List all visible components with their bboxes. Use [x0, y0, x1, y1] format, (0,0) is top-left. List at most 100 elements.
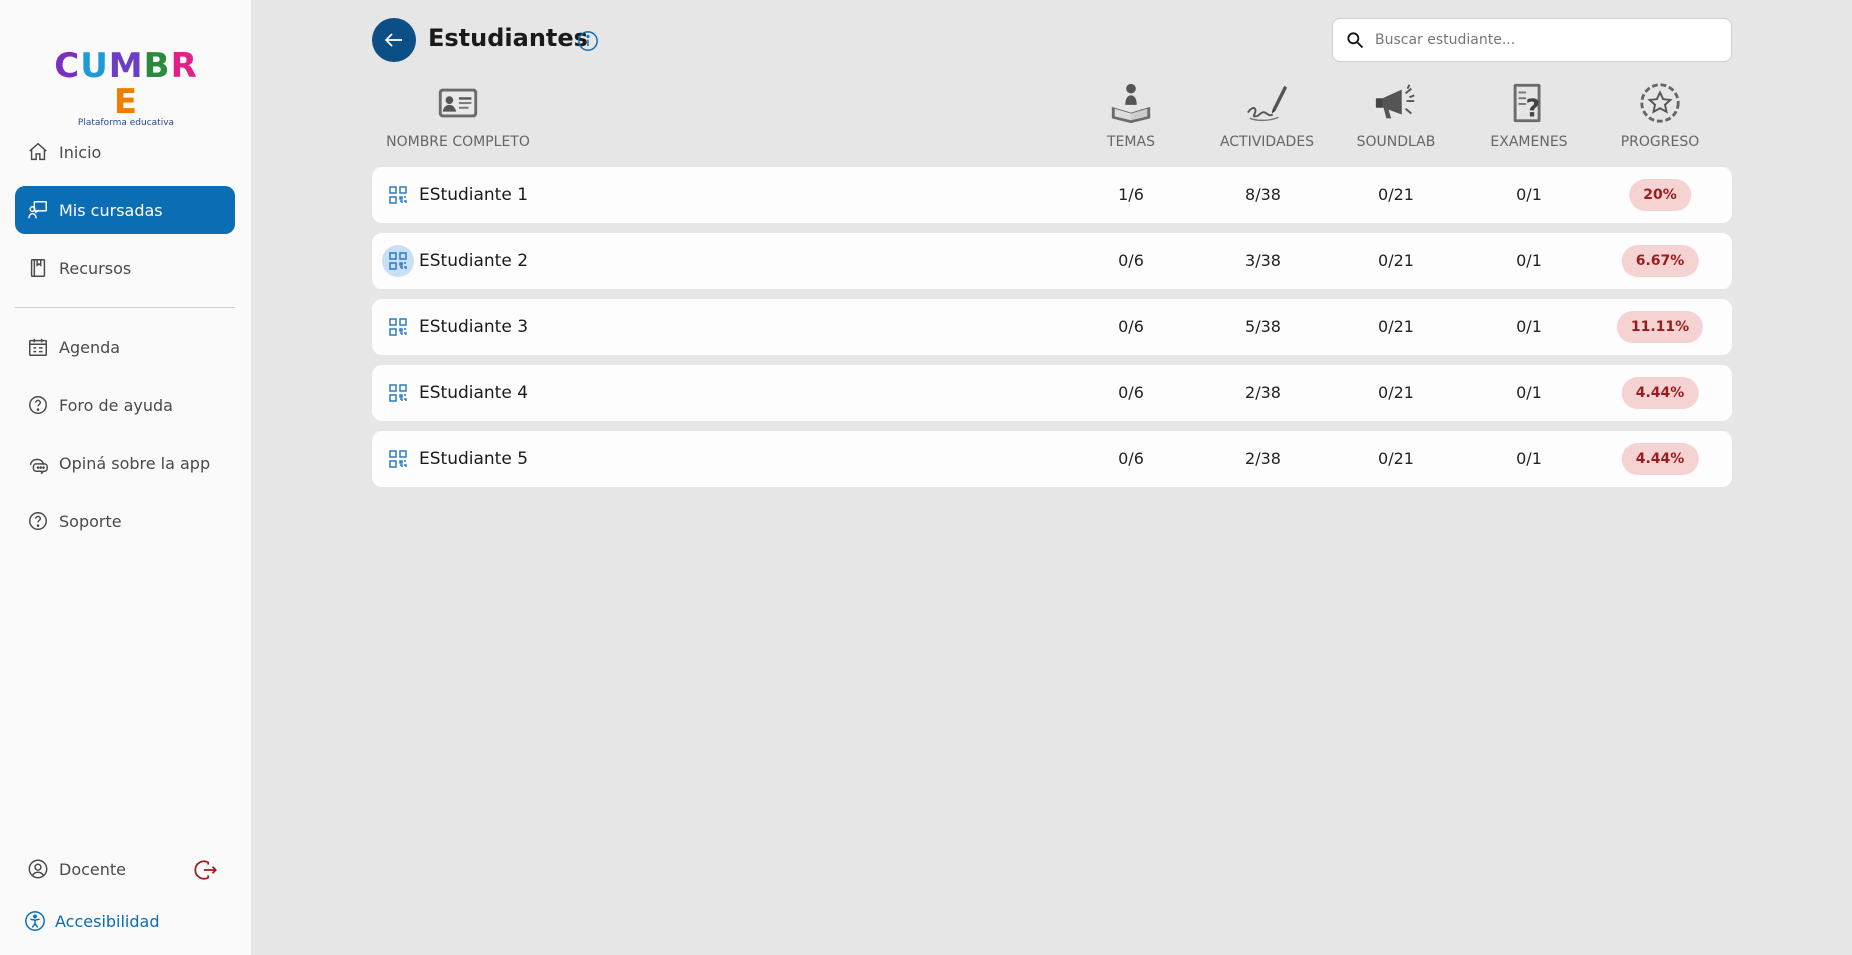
logo[interactable]: CUMBRE Plataforma educativa [48, 48, 204, 128]
calendar-icon [27, 336, 49, 358]
table-row[interactable]: EStudiante 3 0/6 5/38 0/21 0/1 11.11% [372, 299, 1732, 355]
qr-code-icon [389, 384, 407, 402]
qr-code-button[interactable] [382, 245, 414, 277]
qr-code-icon [389, 318, 407, 336]
cell-examenes: 0/1 [1516, 185, 1542, 204]
home-icon [27, 141, 49, 163]
cell-soundlab: 0/21 [1378, 251, 1414, 270]
user-role-label: Docente [59, 859, 127, 879]
sidebar-item-label: Opiná sobre la app [59, 453, 211, 473]
sidebar-divider [15, 307, 235, 308]
cell-actividades: 5/38 [1245, 317, 1281, 336]
accessibility-label: Accesibilidad [55, 911, 160, 931]
cell-examenes: 0/1 [1516, 383, 1542, 402]
sidebar-item-label: Foro de ayuda [59, 395, 173, 415]
page-title: Estudiantes [428, 24, 588, 52]
qr-code-button[interactable] [382, 443, 414, 475]
teacher-board-icon [27, 199, 49, 221]
cell-soundlab: 0/21 [1378, 449, 1414, 468]
column-header-soundlab: SOUNDLAB [1346, 80, 1446, 150]
cell-temas: 0/6 [1118, 317, 1144, 336]
progress-badge: 4.44% [1621, 377, 1699, 409]
sidebar-item-soporte[interactable]: Soporte [15, 497, 235, 545]
sidebar: CUMBRE Plataforma educativa Inicio Mis c… [0, 0, 251, 955]
qr-code-icon [389, 186, 407, 204]
sidebar-item-label: Soporte [59, 511, 122, 531]
column-header-label: ACTIVIDADES [1219, 134, 1315, 150]
qr-code-button[interactable] [382, 311, 414, 343]
cell-actividades: 2/38 [1245, 449, 1281, 468]
sidebar-item-label: Recursos [59, 258, 132, 278]
cell-actividades: 2/38 [1245, 383, 1281, 402]
cell-temas: 0/6 [1118, 449, 1144, 468]
info-icon [578, 31, 598, 51]
search-box [1332, 18, 1732, 62]
pen-writing-icon [1247, 85, 1288, 122]
sidebar-item-mis-cursadas[interactable]: Mis cursadas [15, 186, 235, 234]
student-name: EStudiante 3 [419, 317, 529, 337]
column-header-label: SOUNDLAB [1356, 134, 1436, 150]
sidebar-item-inicio[interactable]: Inicio [15, 128, 235, 176]
cell-examenes: 0/1 [1516, 251, 1542, 270]
search-icon [1345, 30, 1365, 50]
svg-text:?: ? [1526, 93, 1540, 122]
sidebar-item-recursos[interactable]: Recursos [15, 244, 235, 292]
student-name: EStudiante 4 [419, 383, 529, 403]
column-header-nombre: NOMBRE COMPLETO [372, 80, 544, 150]
qr-code-icon [389, 252, 407, 270]
logo-wordmark: CUMBRE [54, 46, 198, 122]
accessibility-icon [24, 910, 46, 932]
qr-code-button[interactable] [382, 377, 414, 409]
sidebar-item-label: Inicio [59, 142, 102, 162]
sidebar-item-label: Agenda [59, 337, 121, 357]
id-card-icon [438, 88, 478, 118]
qr-code-icon [389, 450, 407, 468]
progress-star-icon [1640, 83, 1680, 123]
cell-soundlab: 0/21 [1378, 317, 1414, 336]
search-input[interactable] [1375, 32, 1715, 48]
sidebar-item-agenda[interactable]: Agenda [15, 323, 235, 371]
back-button[interactable] [372, 18, 416, 62]
table-row[interactable]: EStudiante 2 0/6 3/38 0/21 0/1 6.67% [372, 233, 1732, 289]
student-name: EStudiante 1 [419, 185, 529, 205]
column-header-label: EXAMENES [1490, 134, 1568, 150]
column-header-label: NOMBRE COMPLETO [386, 134, 530, 150]
exam-question-icon: ? [1513, 83, 1541, 122]
book-icon [27, 257, 49, 279]
progress-badge: 6.67% [1621, 245, 1699, 277]
help-circle-icon [27, 394, 49, 416]
cell-temas: 0/6 [1118, 251, 1144, 270]
progress-badge: 20% [1629, 179, 1691, 211]
qr-code-button[interactable] [382, 179, 414, 211]
logout-icon [194, 860, 217, 880]
cell-soundlab: 0/21 [1378, 185, 1414, 204]
column-header-label: TEMAS [1107, 134, 1155, 150]
student-name: EStudiante 2 [419, 251, 529, 271]
chat-bubbles-icon [27, 452, 49, 474]
sidebar-item-foro-de-ayuda[interactable]: Foro de ayuda [15, 381, 235, 429]
progress-badge: 11.11% [1616, 311, 1704, 343]
cell-actividades: 3/38 [1245, 251, 1281, 270]
logout-button[interactable] [193, 857, 219, 883]
cell-temas: 1/6 [1118, 185, 1144, 204]
info-button[interactable] [577, 30, 599, 52]
arrow-left-icon [384, 33, 402, 47]
table-row[interactable]: EStudiante 5 0/6 2/38 0/21 0/1 4.44% [372, 431, 1732, 487]
logo-subtitle: Plataforma educativa [77, 118, 175, 128]
sidebar-item-label: Mis cursadas [59, 200, 163, 220]
table-row[interactable]: EStudiante 1 1/6 8/38 0/21 0/1 20% [372, 167, 1732, 223]
progress-badge: 4.44% [1621, 443, 1699, 475]
reading-person-icon [1111, 83, 1151, 124]
table-row[interactable]: EStudiante 4 0/6 2/38 0/21 0/1 4.44% [372, 365, 1732, 421]
megaphone-icon [1375, 84, 1415, 119]
cell-actividades: 8/38 [1245, 185, 1281, 204]
sidebar-item-opina[interactable]: Opiná sobre la app [15, 439, 235, 487]
student-name: EStudiante 5 [419, 449, 529, 469]
cell-soundlab: 0/21 [1378, 383, 1414, 402]
user-avatar-icon [27, 858, 49, 880]
accessibility-button[interactable]: Accesibilidad [24, 910, 160, 932]
column-header-label: PROGRESO [1620, 134, 1700, 150]
cell-examenes: 0/1 [1516, 449, 1542, 468]
column-header-progreso: PROGRESO [1610, 80, 1710, 150]
cell-temas: 0/6 [1118, 383, 1144, 402]
